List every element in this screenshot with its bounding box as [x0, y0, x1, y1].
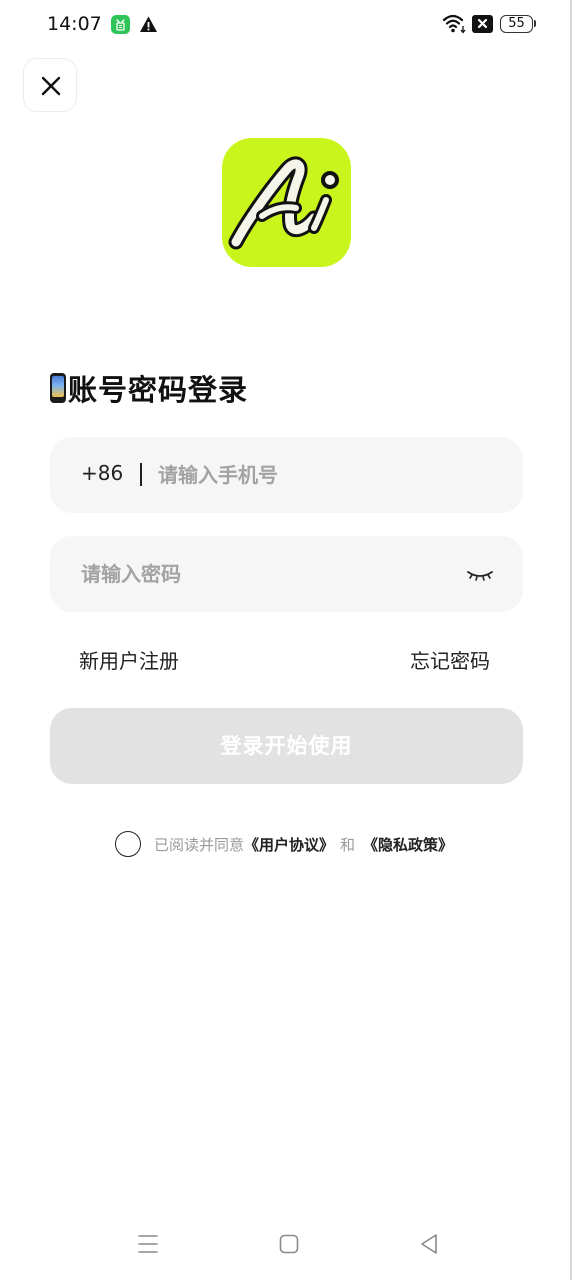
agreement-checkbox[interactable]	[115, 831, 141, 857]
app-notification-icon	[111, 15, 130, 34]
phone-input[interactable]	[158, 437, 498, 513]
status-time: 14:07	[47, 13, 102, 35]
agreement-prefix: 已阅读并同意	[154, 835, 245, 854]
status-bar: 14:07 55	[0, 0, 572, 52]
forgot-password-link[interactable]: 忘记密码	[410, 645, 490, 674]
register-link[interactable]: 新用户注册	[79, 645, 179, 674]
battery-tip	[534, 20, 536, 27]
page-title: 账号密码登录	[50, 366, 248, 410]
close-icon	[41, 76, 61, 96]
menu-icon[interactable]	[137, 1233, 159, 1259]
close-button[interactable]	[23, 58, 77, 112]
agreement-row: 已阅读并同意 《用户协议》 和 《隐私政策》	[115, 830, 453, 858]
home-icon[interactable]	[279, 1234, 299, 1258]
user-agreement-link[interactable]: 《用户协议》	[244, 834, 334, 855]
page-title-text: 账号密码登录	[68, 373, 249, 407]
agreement-and: 和	[340, 835, 356, 854]
password-field[interactable]	[50, 536, 523, 612]
app-logo-icon	[222, 138, 351, 267]
wifi-icon	[442, 13, 467, 35]
eye-closed-icon[interactable]	[465, 561, 495, 587]
battery-icon: 55	[500, 15, 533, 33]
warning-icon	[139, 15, 158, 34]
field-divider	[140, 463, 142, 486]
phone-field[interactable]: +86	[50, 437, 523, 513]
mobile-phone-emoji-icon	[50, 373, 66, 403]
login-button[interactable]: 登录开始使用	[50, 708, 523, 784]
navigation-bar	[0, 1220, 572, 1270]
country-code[interactable]: +86	[81, 461, 123, 485]
back-icon[interactable]	[419, 1233, 439, 1259]
password-input[interactable]	[81, 536, 461, 612]
no-sim-icon	[472, 15, 493, 33]
privacy-policy-link[interactable]: 《隐私政策》	[363, 834, 453, 855]
